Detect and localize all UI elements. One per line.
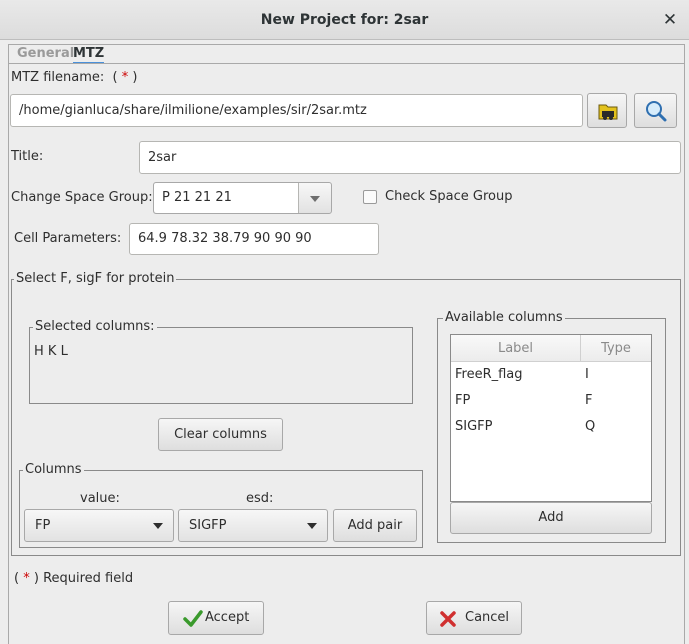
add-button[interactable]: Add [450,502,652,534]
select-fsigf-group-title: Select F, sigF for protein [14,271,177,286]
checkmark-icon [183,609,203,633]
available-columns-table: Label Type FreeR_flag I FP F SIGFP Q [450,334,652,502]
selected-columns-value: H K L [34,344,68,359]
tab-bar [8,44,685,64]
cross-icon [439,610,457,632]
cancel-label: Cancel [465,610,510,625]
accept-label: Accept [205,610,250,625]
add-pair-button[interactable]: Add pair [333,509,417,542]
esd-select[interactable]: SIGFP [178,509,328,542]
chevron-down-icon [307,523,317,529]
magnifier-icon [635,101,676,131]
mtz-filename-label: MTZ filename: ( * ) [11,70,138,85]
selected-columns-title: Selected columns: [33,319,157,334]
tab-general[interactable]: General [17,46,74,64]
row-type: I [585,367,589,382]
close-icon[interactable]: ✕ [660,10,680,30]
row-type: Q [585,419,596,434]
chevron-down-icon [153,523,163,529]
check-space-group-checkbox[interactable] [363,190,377,204]
esd-label: esd: [246,491,274,506]
folder-icon [588,104,628,131]
mtz-filename-input[interactable]: /home/gianluca/share/ilmilione/examples/… [10,94,583,127]
window-title: New Project for: 2sar [260,12,429,28]
esd-select-text: SIGFP [189,518,227,533]
cancel-button[interactable]: Cancel [426,601,522,635]
table-row[interactable]: SIGFP Q [451,415,651,440]
check-space-group-label: Check Space Group [385,189,513,204]
browse-button[interactable] [587,93,627,128]
row-label: FP [455,393,471,408]
clear-columns-button[interactable]: Clear columns [158,418,283,451]
table-row[interactable]: FP F [451,389,651,414]
row-label: SIGFP [455,419,493,434]
cell-parameters-label: Cell Parameters: [14,231,122,246]
space-group-value: P 21 21 21 [154,183,299,213]
space-group-combo[interactable]: P 21 21 21 [153,182,332,214]
title-input[interactable]: 2sar [139,141,681,174]
table-row[interactable]: FreeR_flag I [451,364,651,389]
selected-columns-box [29,327,413,404]
required-mark: * [23,571,30,586]
search-button[interactable] [634,93,677,128]
title-label: Title: [11,149,44,164]
value-select[interactable]: FP [24,509,174,542]
chevron-down-icon [310,196,320,202]
space-group-label: Change Space Group: [11,190,153,205]
column-header-label[interactable]: Label [451,335,581,362]
row-type: F [585,393,593,408]
accept-button[interactable]: Accept [168,601,264,635]
column-header-type[interactable]: Type [581,335,651,362]
row-label: FreeR_flag [455,367,523,382]
required-mark: * [121,70,129,85]
tab-mtz[interactable]: MTZ [73,46,105,64]
cell-parameters-input[interactable]: 64.9 78.32 38.79 90 90 90 [129,223,379,255]
columns-group-title: Columns [23,462,84,477]
value-select-text: FP [35,518,51,533]
available-columns-title: Available columns [443,310,565,325]
value-label: value: [80,491,120,506]
required-field-note: ( * ) Required field [14,571,134,586]
